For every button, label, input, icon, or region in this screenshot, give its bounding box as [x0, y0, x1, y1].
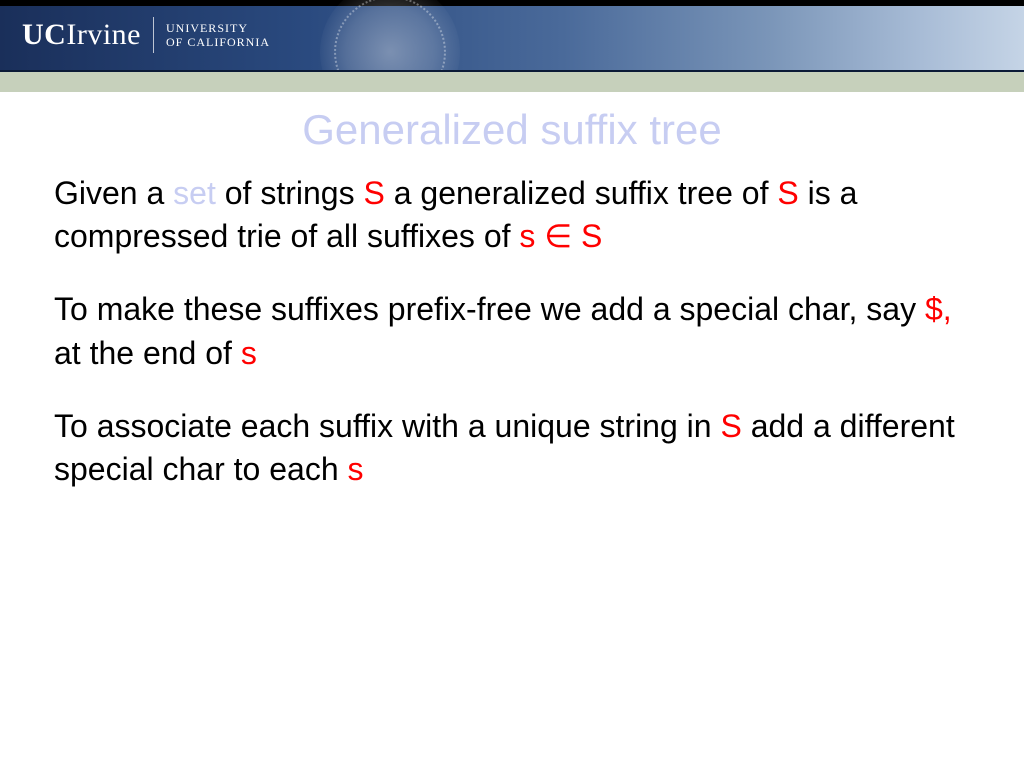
word-set: set [173, 175, 216, 211]
uci-wordmark: UCIrvine [22, 18, 141, 52]
symbol-S: S [720, 408, 741, 444]
irvine-text: Irvine [66, 18, 141, 51]
symbol-S: S [777, 175, 798, 211]
sub-band [0, 72, 1024, 92]
paragraph-3: To associate each suffix with a unique s… [54, 405, 970, 491]
symbol-s: s [348, 451, 364, 487]
uci-logo-block: UCIrvine UNIVERSITY OF CALIFORNIA [22, 17, 270, 53]
uc-text: UC [22, 18, 66, 51]
paragraph-2: To make these suffixes prefix-free we ad… [54, 288, 970, 374]
vertical-divider [153, 17, 154, 53]
symbol-S: S [363, 175, 384, 211]
symbol-s: s [241, 335, 257, 371]
uc-seal-icon [320, 0, 460, 72]
university-label: UNIVERSITY OF CALIFORNIA [166, 21, 270, 50]
slide-content: Generalized suffix tree Given a set of s… [0, 92, 1024, 491]
paragraph-1: Given a set of strings S a generalized s… [54, 172, 970, 258]
slide-title: Generalized suffix tree [54, 106, 970, 154]
header-banner: UCIrvine UNIVERSITY OF CALIFORNIA [0, 0, 1024, 72]
univ-line2: OF CALIFORNIA [166, 35, 270, 49]
symbol-s-in-S: s ∈ S [519, 218, 602, 254]
symbol-dollar: $, [925, 291, 952, 327]
univ-line1: UNIVERSITY [166, 21, 270, 35]
